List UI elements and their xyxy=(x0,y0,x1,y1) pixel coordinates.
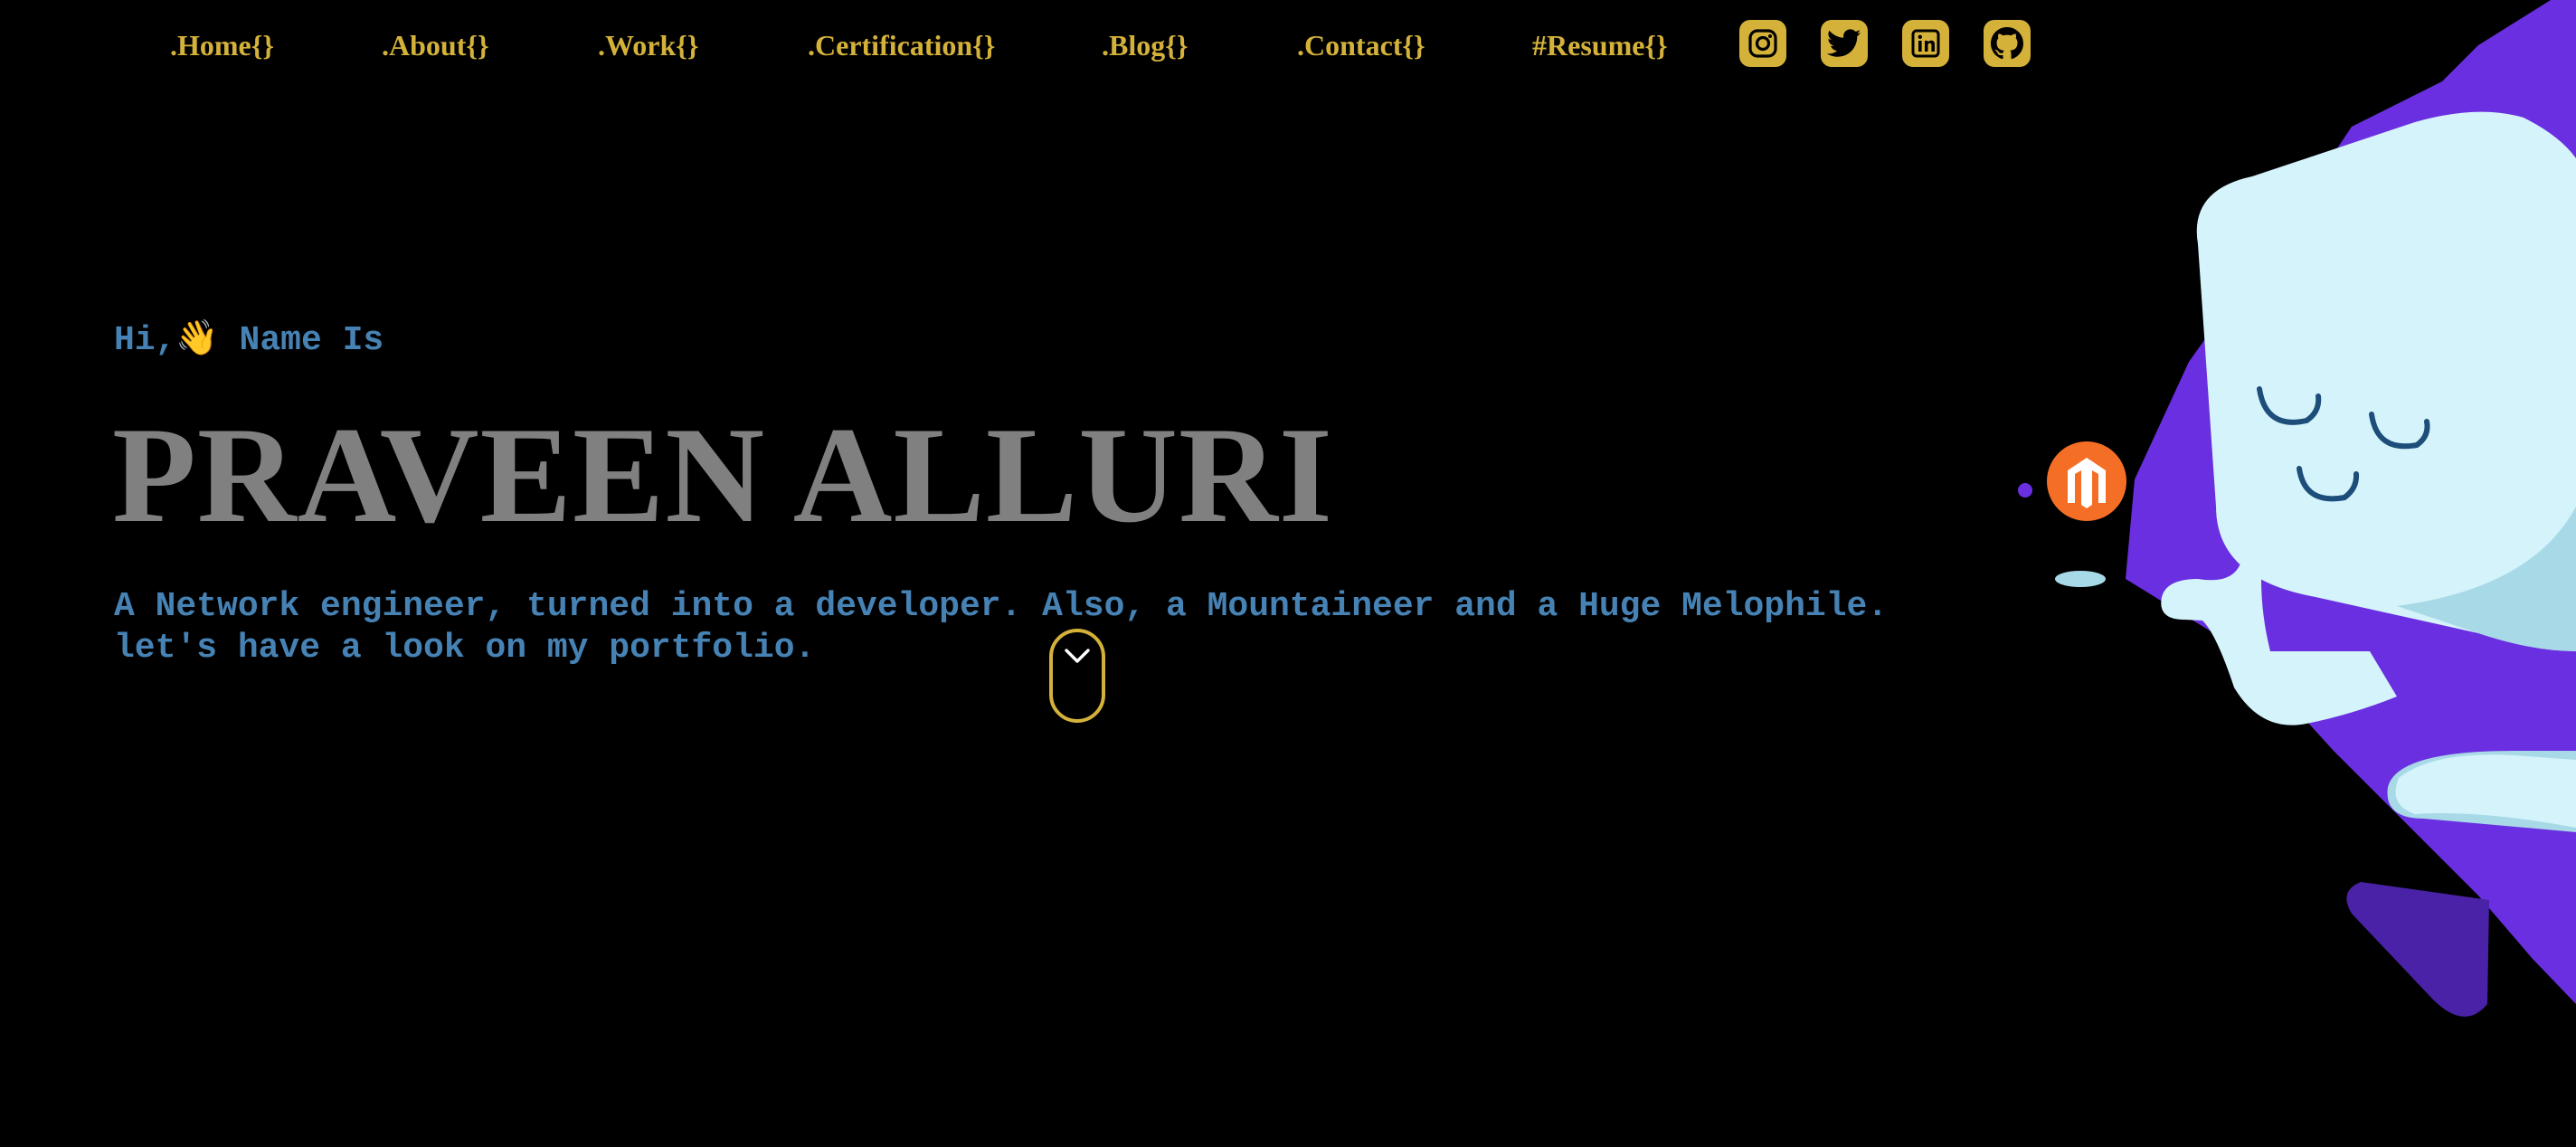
greeting-suffix: Name Is xyxy=(218,321,384,360)
waving-hand-icon: 👋 xyxy=(175,318,219,357)
nav-certification[interactable]: .Certification{} xyxy=(808,27,995,63)
nav-contact[interactable]: .Contact{} xyxy=(1297,27,1425,63)
scroll-down-button[interactable] xyxy=(1049,629,1105,723)
nav-blog[interactable]: .Blog{} xyxy=(1102,27,1188,63)
top-navigation: .Home{} .About{} .Work{} .Certification{… xyxy=(0,0,2080,90)
twitter-icon[interactable] xyxy=(1821,20,1868,67)
chevron-down-icon xyxy=(1065,649,1090,663)
linkedin-icon[interactable] xyxy=(1902,20,1949,67)
nav-resume[interactable]: #Resume{} xyxy=(1532,27,1668,63)
nav-about[interactable]: .About{} xyxy=(382,27,489,63)
nav-work[interactable]: .Work{} xyxy=(598,27,698,63)
nav-home[interactable]: .Home{} xyxy=(170,27,274,63)
tagline-line-1: A Network engineer, turned into a develo… xyxy=(114,587,1889,626)
hero-name: PRAVEEN ALLURI xyxy=(112,399,1333,551)
mascot-illustration xyxy=(2018,0,2576,1017)
instagram-icon[interactable] xyxy=(1739,20,1786,67)
greeting-prefix: Hi, xyxy=(114,321,176,360)
greeting: Hi,👋 Name Is xyxy=(114,317,384,362)
